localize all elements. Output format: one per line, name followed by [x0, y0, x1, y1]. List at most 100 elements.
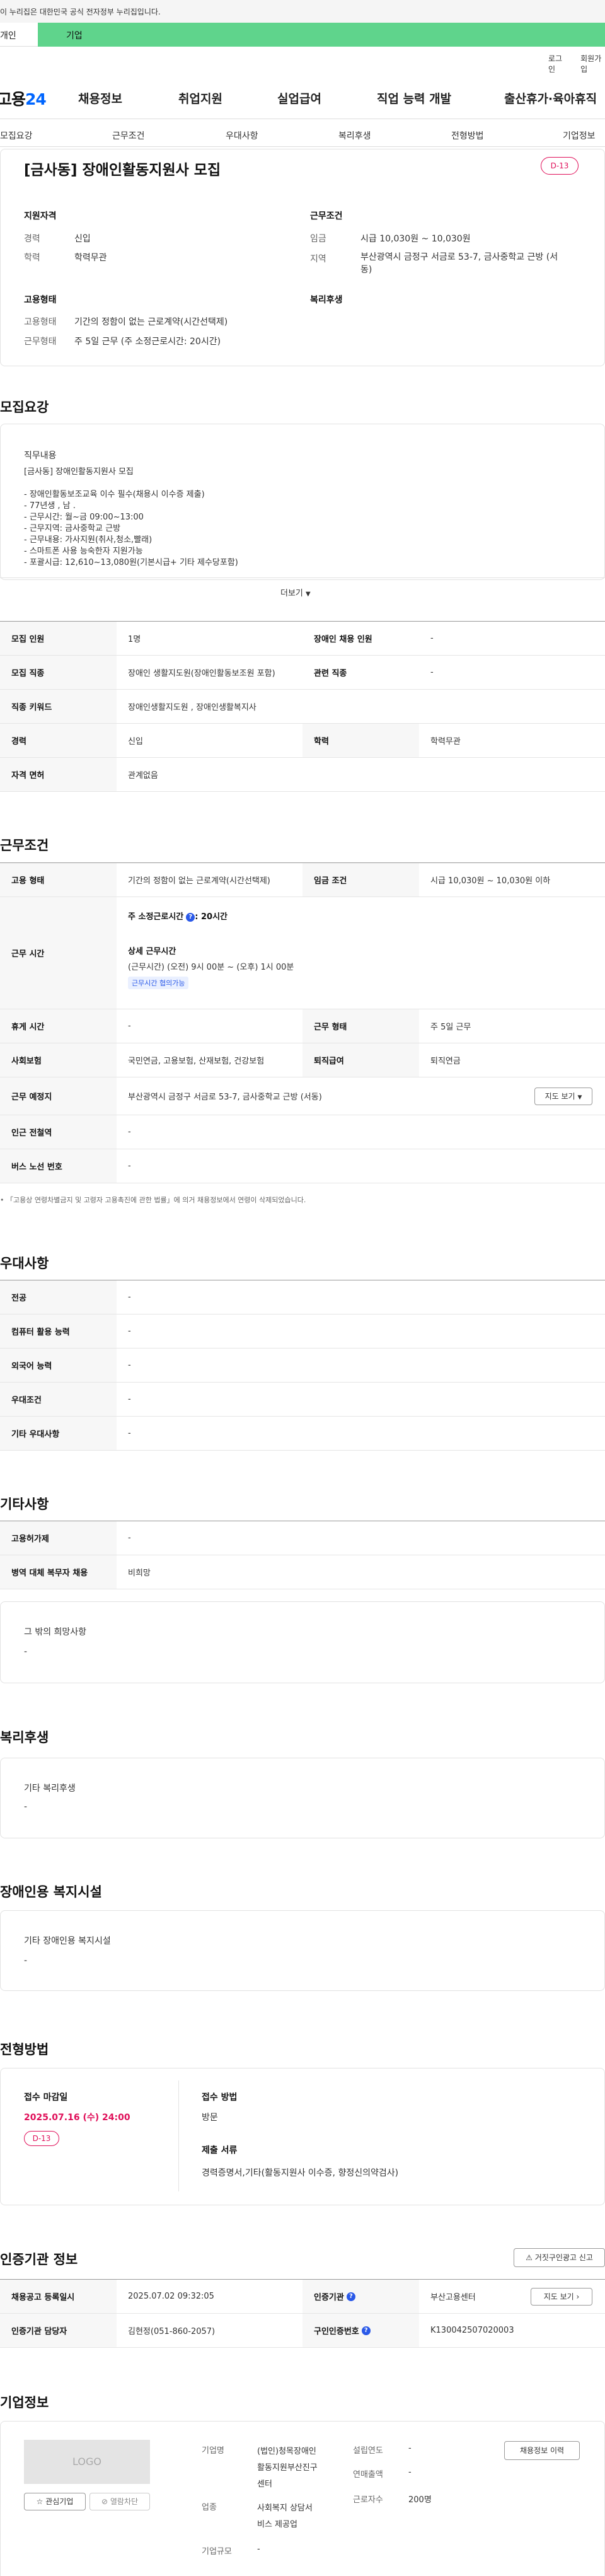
- etc-box-value: -: [24, 1647, 28, 1657]
- docs-label: 제출 서류: [202, 2145, 238, 2155]
- screening-title: 전형방법: [0, 2042, 49, 2057]
- cert-no-label: 구인인증번호: [314, 2327, 359, 2336]
- row-label: 모집 직종: [0, 656, 117, 689]
- more-button[interactable]: 더보기 ▼: [280, 586, 311, 598]
- row-value: 퇴직연금: [430, 1057, 461, 1066]
- etc-table: 고용허가제 - 병역 대체 복무자 채용 비희망: [0, 1521, 605, 1589]
- divider: [0, 577, 605, 578]
- row-label: 컴퓨터 활용 능력: [0, 1314, 117, 1348]
- table-row: 모집 직종 장애인 생활지도원(장애인활동보조원 포함) 관련 직종 -: [0, 656, 605, 690]
- work-form-label: 근무형태: [24, 337, 57, 347]
- career-value: 신입: [74, 234, 91, 244]
- nav-maternity-leave[interactable]: 출산휴가·육아휴직: [504, 90, 597, 107]
- row-label: 사회보험: [0, 1043, 117, 1077]
- favorite-button[interactable]: ☆ 관심기업: [24, 2493, 86, 2510]
- tab-personal[interactable]: 개인: [0, 23, 38, 47]
- edu-value: 학력무관: [74, 253, 107, 263]
- row-value: 1명: [128, 635, 141, 644]
- row-value: -: [128, 1292, 131, 1302]
- table-row: 모집 인원 1명 장애인 채용 인원 -: [0, 622, 605, 656]
- industry-label: 업종: [202, 2503, 217, 2512]
- row-value: -: [430, 668, 434, 677]
- anchor-recruit[interactable]: 모집요강: [0, 129, 33, 142]
- negotiable-badge: 근무시간 협의가능: [128, 977, 189, 989]
- duty-line: - 77년생 , 남 .: [24, 501, 76, 511]
- company-title: 기업정보: [0, 2395, 49, 2410]
- history-button[interactable]: 채용정보 이력: [504, 2441, 580, 2460]
- block-button[interactable]: ⊘ 열람차단: [89, 2493, 150, 2510]
- row-label: 근무 시간: [0, 897, 117, 1009]
- info-icon[interactable]: ?: [186, 912, 195, 922]
- map-label: 지도 보기: [544, 1092, 575, 1101]
- weekly-value: : 20시간: [195, 912, 228, 922]
- welfare-heading: 복리후생: [310, 295, 343, 305]
- wage-value: 시급 10,030원 ~ 10,030원: [360, 234, 471, 244]
- user-type-tabs: 개인 기업: [0, 23, 605, 47]
- deadline-value: 2025.07.16 (수) 24:00: [24, 2113, 130, 2123]
- region-line-1: 부산광역시 금정구 서금로 53-7, 금사중학교 근방 (서: [360, 252, 558, 262]
- map-button[interactable]: 지도 보기 ▼: [534, 1088, 592, 1105]
- age-notice: • 「고용상 연령차별금지 및 고령자 고용촉진에 관한 법률」에 의거 채용정…: [0, 1195, 306, 1205]
- info-icon[interactable]: ?: [346, 2292, 355, 2301]
- career-label: 경력: [24, 234, 40, 244]
- docs-value: 경력증명서,기타(활동지원사 이수증, 향정신의약검사): [202, 2168, 399, 2178]
- table-row: 직종 키워드 장애인생활지도원 , 장애인생활복지사: [0, 690, 605, 724]
- row-value: 장애인 생활지도원(장애인활동보조원 포함): [128, 669, 275, 678]
- job-title: [금사동] 장애인활동지원사 모집: [24, 162, 221, 178]
- recruit-table: 모집 인원 1명 장애인 채용 인원 - 모집 직종 장애인 생활지도원(장애인…: [0, 621, 605, 792]
- nav-employment-support[interactable]: 취업지원: [178, 90, 222, 107]
- anchor-workcond[interactable]: 근무조건: [112, 129, 145, 142]
- qual-heading: 지원자격: [24, 211, 57, 221]
- emp-type-value: 기간의 정함이 없는 근로계약(시간선택제): [74, 317, 228, 327]
- duty-line: - 장애인활동보조교육 이수 필수(채용시 이수증 제출): [24, 490, 205, 499]
- employees-label: 근로자수: [353, 2495, 383, 2505]
- row-value: -: [128, 1127, 131, 1137]
- sales-label: 연매출액: [353, 2470, 383, 2480]
- tab-company[interactable]: 기업: [38, 23, 605, 47]
- chevron-right-icon: ›: [576, 2292, 580, 2301]
- row-label: 직종 키워드: [0, 690, 117, 723]
- wage-label: 임금: [310, 234, 326, 244]
- signup-link[interactable]: 회원가입: [580, 53, 605, 74]
- size-label: 기업규모: [202, 2547, 232, 2556]
- size-value: -: [257, 2544, 260, 2554]
- info-icon[interactable]: ?: [361, 2326, 371, 2335]
- anchor-screening[interactable]: 전형방법: [451, 129, 484, 142]
- row-value: -: [128, 1361, 131, 1370]
- sales-value: -: [408, 2468, 412, 2477]
- row-value: -: [128, 1395, 131, 1404]
- map-label: 지도 보기: [543, 2292, 574, 2301]
- row-value: 부산광역시 금정구 서금로 53-7, 금사중학교 근방 (서동): [128, 1093, 322, 1102]
- duty-heading: 직무내용: [24, 451, 57, 461]
- screening-card: [0, 2068, 605, 2205]
- chevron-down-icon: ▼: [306, 591, 311, 598]
- name-label: 기업명: [202, 2446, 224, 2456]
- row-label: 우대조건: [0, 1383, 117, 1416]
- nav-job-info[interactable]: 채용정보: [78, 90, 122, 107]
- row-label: 인증기관 담당자: [0, 2314, 117, 2347]
- gov-banner: 이 누리집은 대한민국 공식 전자정부 누리집입니다.: [0, 0, 605, 23]
- duty-line: - 근무시간: 월~금 09:00~13:00: [24, 513, 144, 522]
- divider: [178, 2080, 179, 2191]
- util-links: 로그인 회원가입: [548, 53, 605, 74]
- anchor-welfare[interactable]: 복리후생: [338, 129, 371, 142]
- method-label: 접수 방법: [202, 2092, 238, 2103]
- table-row: 병역 대체 복무자 채용 비희망: [0, 1555, 605, 1589]
- row-value: 국민연금, 고용보험, 산재보험, 건강보험: [128, 1057, 265, 1066]
- table-row: 근무 예정지 부산광역시 금정구 서금로 53-7, 금사중학교 근방 (서동)…: [0, 1077, 605, 1115]
- report-button[interactable]: ⚠ 거짓구인광고 신고: [514, 2248, 605, 2267]
- org-map-button[interactable]: 지도 보기 ›: [531, 2288, 592, 2306]
- detail-value: (근무시간) (오전) 9시 00분 ~ (오후) 1시 00분: [128, 963, 294, 972]
- block-icon: ⊘: [101, 2497, 108, 2506]
- more-label: 더보기: [280, 589, 303, 598]
- nav-vocational-training[interactable]: 직업 능력 개발: [377, 90, 451, 107]
- industry-value: 사회복지 상담서 비스 제공업: [257, 2500, 313, 2533]
- table-row: 전공 -: [0, 1280, 605, 1314]
- login-link[interactable]: 로그인: [548, 53, 567, 74]
- row-value: 기간의 정함이 없는 근로계약(시간선택제): [128, 876, 270, 886]
- nav-unemployment-benefit[interactable]: 실업급여: [277, 90, 321, 107]
- age-notice-text: 「고용상 연령차별금지 및 고령자 고용촉진에 관한 법률」에 의거 채용정보에…: [6, 1196, 306, 1204]
- anchor-pref[interactable]: 우대사항: [226, 129, 258, 142]
- row-label: 인증기관?: [302, 2280, 419, 2313]
- anchor-company[interactable]: 기업정보: [563, 129, 596, 142]
